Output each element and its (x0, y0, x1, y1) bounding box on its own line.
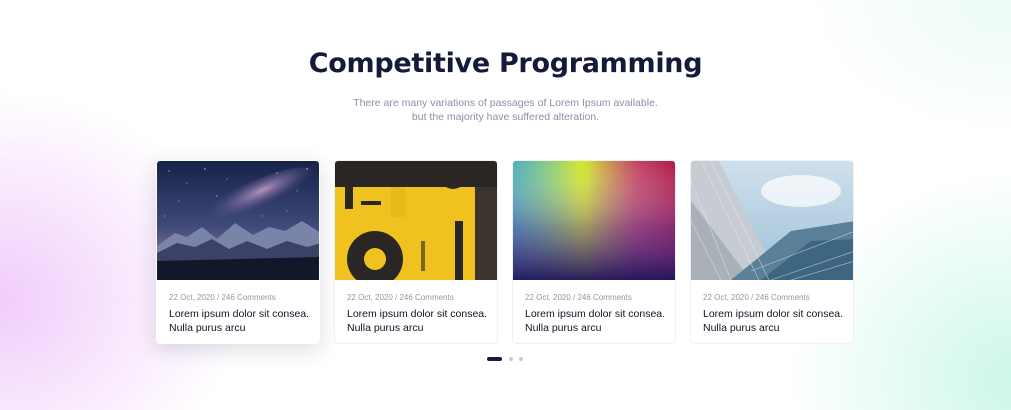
subtitle-line: There are many variations of passages of… (353, 97, 658, 109)
card-meta: 22 Oct, 2020 / 246 Comments (347, 293, 454, 302)
pagination-dot[interactable] (509, 357, 513, 361)
card-image-yellow-abstract[interactable] (335, 161, 497, 280)
blog-card[interactable]: 22 Oct, 2020 / 246 Comments Lorem ipsum … (690, 160, 854, 344)
card-title[interactable]: Lorem ipsum dolor sit consea. Nulla puru… (169, 307, 313, 335)
blog-card[interactable]: 22 Oct, 2020 / 246 Comments Lorem ipsum … (512, 160, 676, 344)
subtitle-line: but the majority have suffered alteratio… (411, 111, 600, 123)
card-title[interactable]: Lorem ipsum dolor sit consea. Nulla puru… (525, 307, 669, 335)
card-meta: 22 Oct, 2020 / 246 Comments (525, 293, 632, 302)
card-title[interactable]: Lorem ipsum dolor sit consea. Nulla puru… (347, 307, 491, 335)
card-meta: 22 Oct, 2020 / 246 Comments (169, 293, 276, 302)
card-image-glass-building[interactable] (691, 161, 853, 280)
section-subtitle: There are many variations of passages of… (0, 96, 1011, 124)
section-title: Competitive Programming (308, 48, 703, 79)
blog-card[interactable]: 22 Oct, 2020 / 246 Comments Lorem ipsum … (334, 160, 498, 344)
card-image-color-gradient[interactable] (513, 161, 675, 280)
card-title[interactable]: Lorem ipsum dolor sit consea. Nulla puru… (703, 307, 847, 335)
card-image-night-mountains[interactable] (157, 161, 319, 280)
blog-card[interactable]: 22 Oct, 2020 / 246 Comments Lorem ipsum … (156, 160, 320, 344)
pagination-dot-active[interactable] (487, 357, 502, 361)
card-carousel: 22 Oct, 2020 / 246 Comments Lorem ipsum … (156, 160, 856, 345)
card-meta: 22 Oct, 2020 / 246 Comments (703, 293, 810, 302)
pagination-dot[interactable] (519, 357, 523, 361)
